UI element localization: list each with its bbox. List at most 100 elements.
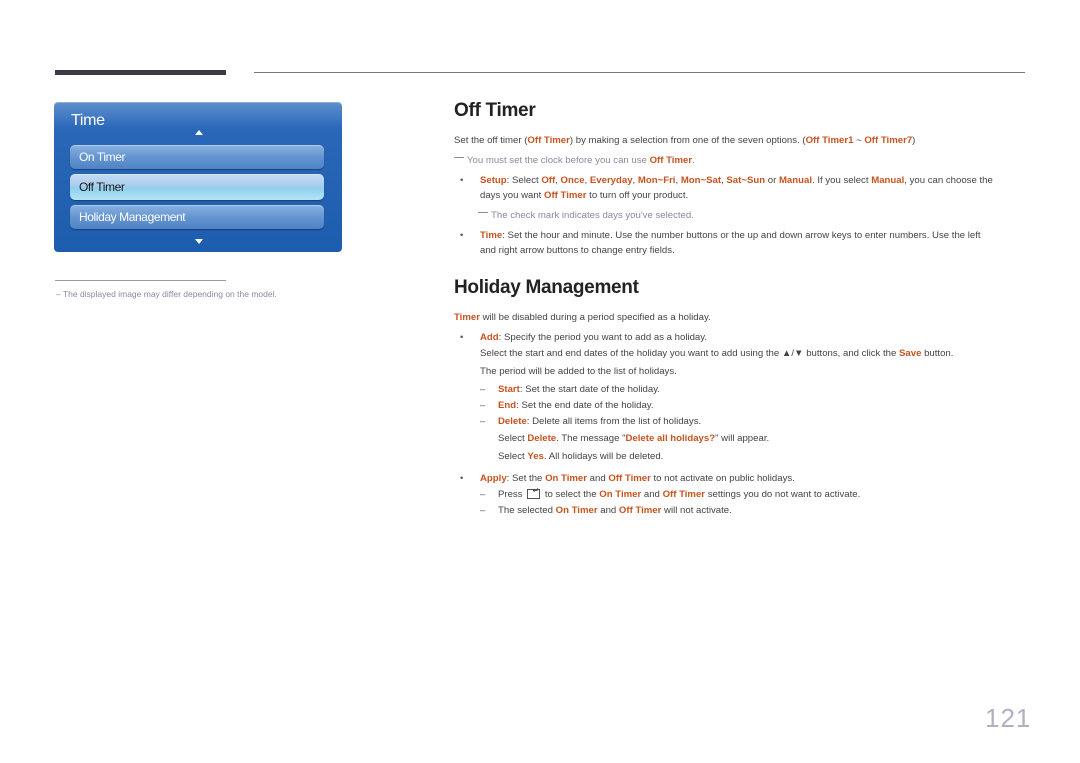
enter-key-icon	[527, 486, 541, 500]
highlighted-term: Manual	[778, 175, 812, 186]
highlighted-term: Mon~Fri	[637, 175, 676, 186]
text-segment: You must set the clock before you can us…	[467, 155, 650, 166]
arrow-down-icon[interactable]	[195, 239, 203, 244]
highlighted-term: Setup	[480, 175, 507, 186]
text-segment: : Set the end date of the holiday.	[516, 400, 654, 411]
text-segment: and	[641, 489, 663, 500]
text-segment: Set the off timer (	[454, 135, 528, 146]
osd-item-off-timer[interactable]: Off Timer	[70, 174, 324, 200]
dash: –	[480, 400, 486, 411]
footnote-text: The displayed image may differ depending…	[62, 289, 277, 299]
highlighted-term: Off Timer	[608, 473, 651, 484]
add-line-1: Add: Specify the period you want to add …	[480, 332, 707, 343]
highlighted-term: Delete all holidays?	[625, 433, 716, 444]
highlighted-term: Off Timer	[649, 155, 693, 166]
dash: –	[480, 384, 486, 395]
highlighted-term: Start	[498, 384, 520, 395]
dash: –	[480, 505, 486, 516]
osd-title: Time	[71, 112, 105, 129]
text-segment: : Set the start date of the holiday.	[519, 384, 660, 395]
text-segment: " will appear.	[715, 433, 770, 444]
text-segment: : Set the	[506, 473, 546, 484]
time-line-1: Time: Set the hour and minute. Use the n…	[480, 230, 981, 241]
highlighted-term: Sat~Sun	[726, 175, 766, 186]
highlighted-term: Off Timer	[527, 135, 570, 146]
delete-line-3: Select Yes. All holidays will be deleted…	[498, 451, 663, 462]
apply-line-3: The selected On Timer and Off Timer will…	[498, 505, 732, 516]
highlighted-term: Apply	[480, 473, 507, 484]
text-segment: . If you select	[812, 175, 872, 186]
off-timer-intro: Set the off timer (Off Timer) by making …	[454, 135, 915, 146]
highlighted-term: Delete	[498, 416, 527, 427]
text-segment: Select	[498, 433, 528, 444]
delete-line-1: Delete: Delete all items from the list o…	[498, 416, 701, 427]
highlighted-term: Off	[541, 175, 556, 186]
highlighted-term: Off Timer1	[805, 135, 854, 146]
highlighted-term: Off Timer	[544, 190, 587, 201]
text-segment: will be disabled during a period specifi…	[479, 312, 711, 323]
bullet: •	[460, 230, 464, 241]
bullet: •	[460, 332, 464, 343]
text-segment: ~	[853, 135, 865, 146]
text-segment: to not activate on public holidays.	[650, 473, 795, 484]
highlighted-term: Save	[899, 348, 922, 359]
end-line: End: Set the end date of the holiday.	[498, 400, 654, 411]
text-segment: button.	[921, 348, 954, 359]
add-line-3: The period will be added to the list of …	[480, 366, 677, 377]
highlighted-term: Off Timer7	[864, 135, 913, 146]
setup-line-1: Setup: Select Off, Once, Everyday, Mon~F…	[480, 175, 993, 186]
highlighted-term: On Timer	[599, 489, 642, 500]
text-segment: The selected	[498, 505, 556, 516]
text-segment: . All holidays will be deleted.	[543, 451, 664, 462]
highlighted-term: Delete	[527, 433, 557, 444]
time-line-2: and right arrow buttons to change entry …	[480, 245, 675, 256]
text-segment: days you want	[480, 190, 544, 201]
footnote: – The displayed image may differ dependi…	[56, 289, 277, 299]
text-segment: : Delete all items from the list of holi…	[526, 416, 702, 427]
highlighted-term: On Timer	[555, 505, 598, 516]
header-rule	[254, 72, 1025, 73]
footnote-rule	[55, 280, 226, 281]
highlighted-term: Everyday	[589, 175, 633, 186]
highlighted-term: Yes	[527, 451, 544, 462]
bullet: •	[460, 175, 464, 186]
highlighted-term: Off Timer	[662, 489, 706, 500]
arrow-up-icon[interactable]	[195, 130, 203, 135]
text-segment: to select the	[542, 489, 600, 500]
osd-item-on-timer[interactable]: On Timer	[70, 145, 324, 169]
off-timer-heading: Off Timer	[454, 100, 536, 121]
holiday-intro: Timer will be disabled during a period s…	[454, 312, 711, 323]
text-segment: : Specify the period you want to add as …	[498, 332, 708, 343]
add-line-2: Select the start and end dates of the ho…	[480, 348, 953, 359]
osd-time-menu: Time On Timer Off Timer Holiday Manageme…	[54, 102, 342, 252]
highlighted-term: Time	[480, 230, 503, 241]
highlighted-term: Off Timer	[618, 505, 662, 516]
text-segment: : Select	[506, 175, 542, 186]
highlighted-term: Add	[480, 332, 499, 343]
text-segment: .	[692, 155, 695, 166]
text-segment: Select	[498, 451, 528, 462]
highlighted-term: Timer	[454, 312, 480, 323]
text-segment: : Set the hour and minute. Use the numbe…	[502, 230, 981, 241]
text-segment: or	[765, 175, 779, 186]
apply-line-2: Press to select the On Timer and Off Tim…	[498, 486, 860, 500]
text-segment: . The message "	[556, 433, 626, 444]
text-segment: , you can choose the	[904, 175, 993, 186]
holiday-heading: Holiday Management	[454, 277, 639, 298]
highlighted-term: Once	[560, 175, 585, 186]
text-segment: ) by making a selection from one of the …	[569, 135, 806, 146]
start-line: Start: Set the start date of the holiday…	[498, 384, 660, 395]
page-number: 121	[985, 703, 1032, 733]
text-segment: Select the start and end dates of the ho…	[480, 348, 899, 359]
osd-item-holiday-management[interactable]: Holiday Management	[70, 205, 324, 229]
delete-line-2: Select Delete. The message "Delete all h…	[498, 433, 769, 444]
text-segment: to turn off your product.	[586, 190, 689, 201]
off-timer-note: You must set the clock before you can us…	[454, 155, 695, 166]
dash: –	[480, 489, 486, 500]
text-segment: and	[597, 505, 619, 516]
setup-note: The check mark indicates days you've sel…	[478, 210, 694, 221]
dash: –	[480, 416, 486, 427]
highlighted-term: Mon~Sat	[680, 175, 722, 186]
text-segment: )	[912, 135, 916, 146]
setup-line-2: days you want Off Timer to turn off your…	[480, 190, 688, 201]
